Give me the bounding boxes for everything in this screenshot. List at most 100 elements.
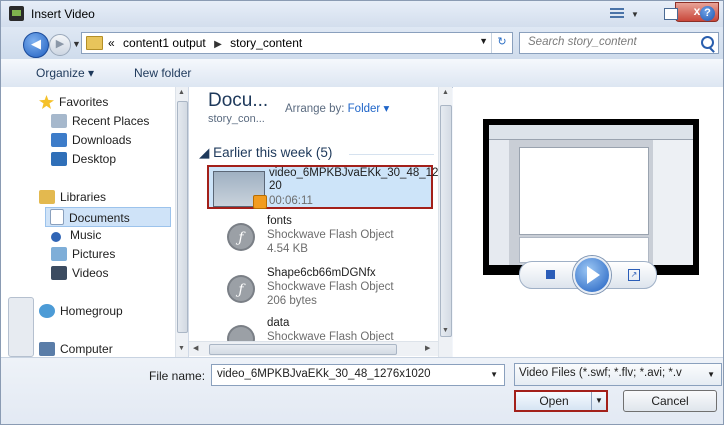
desktop-icon	[51, 152, 67, 166]
address-bar[interactable]: « content1 output ▶ story_content ▼ ↻	[81, 32, 513, 54]
help-icon[interactable]: ?	[700, 6, 715, 21]
change-view-icon[interactable]	[610, 8, 624, 20]
cancel-button[interactable]: Cancel	[623, 390, 717, 412]
nav-label: Libraries	[60, 190, 107, 204]
file-list: Docu... story_con... Arrange by: Folder …	[189, 87, 451, 357]
folder-icon	[86, 36, 103, 50]
nav-item-music[interactable]: Music	[51, 228, 101, 242]
nav-item-desktop[interactable]: Desktop	[51, 152, 116, 166]
breadcrumb-item[interactable]: story_content	[230, 36, 302, 50]
nav-item-downloads[interactable]: Downloads	[51, 133, 131, 147]
file-name: video_6MPKBJvaEKk_30_48_12 20	[269, 167, 439, 192]
forward-button[interactable]: ▶	[49, 34, 71, 56]
scroll-up-icon[interactable]: ▲	[178, 89, 185, 96]
file-list-scrollbar[interactable]: ▲ ▼	[438, 87, 452, 357]
scrollbar-thumb[interactable]	[209, 344, 397, 355]
file-item[interactable]: ƒ Shape6cb66mDGNfx Shockwave Flash Objec…	[207, 267, 433, 311]
search-icon[interactable]	[701, 36, 714, 49]
file-type: Shockwave Flash Object	[267, 229, 394, 241]
open-button[interactable]: Open ▼	[514, 390, 608, 412]
file-name-value: video_6MPKBJvaEKk_30_48_1276x1020	[217, 368, 431, 380]
video-badge-icon	[253, 195, 267, 209]
nav-item-recent-places[interactable]: Recent Places	[51, 114, 149, 128]
nav-label: Videos	[72, 266, 109, 280]
file-name: fonts	[267, 215, 292, 227]
homegroup-icon	[39, 304, 55, 318]
scroll-right-icon[interactable]: ▶	[425, 344, 430, 352]
command-bar: Organize ▾ New folder	[1, 59, 723, 88]
stop-button[interactable]	[546, 270, 555, 279]
group-header[interactable]: ◢ Earlier this week (5)	[199, 145, 332, 161]
recent-pages-dropdown-icon[interactable]: ▼	[72, 39, 81, 49]
nav-label: Favorites	[59, 95, 109, 109]
pane-resize-handle[interactable]	[8, 297, 34, 357]
address-dropdown-icon[interactable]: ▼	[479, 36, 488, 46]
file-type-dropdown-icon[interactable]: ▼	[707, 370, 715, 379]
view-options-dropdown-icon[interactable]: ▼	[631, 10, 639, 19]
search-placeholder: Search story_content	[528, 36, 637, 48]
breadcrumb: « content1 output ▶ story_content	[108, 36, 302, 50]
file-name-field[interactable]: video_6MPKBJvaEKk_30_48_1276x1020 ▼	[211, 364, 505, 386]
scrollbar-thumb[interactable]	[440, 105, 452, 337]
nav-label: Documents	[69, 211, 130, 225]
navigation-scrollbar[interactable]: ▲ ▼	[175, 87, 188, 357]
file-duration: 00:06:11	[269, 195, 313, 207]
horizontal-scrollbar[interactable]: ◀ ▶	[189, 341, 438, 356]
nav-label: Downloads	[72, 133, 132, 147]
insert-video-dialog: Insert Video x ◀ ▶ ▼ « content1 output ▶…	[0, 0, 724, 425]
scrollbar-thumb[interactable]	[177, 101, 188, 333]
video-thumbnail-icon	[213, 171, 267, 209]
computer-icon	[39, 342, 55, 356]
nav-label: Computer	[60, 342, 113, 356]
play-button[interactable]	[573, 256, 611, 294]
video-preview[interactable]	[483, 119, 699, 275]
music-icon	[51, 232, 61, 242]
nav-item-homegroup[interactable]: Homegroup	[39, 304, 123, 318]
scroll-left-icon[interactable]: ◀	[193, 344, 198, 352]
nav-item-libraries[interactable]: Libraries	[39, 190, 106, 204]
app-icon	[9, 6, 24, 21]
scroll-down-icon[interactable]: ▼	[178, 345, 185, 352]
flash-file-icon: ƒ	[227, 223, 255, 251]
playback-controls: ↗	[519, 256, 657, 294]
arrange-by-label: Arrange by:	[285, 103, 345, 115]
nav-label: Desktop	[72, 152, 117, 166]
group-header-label: Earlier this week (5)	[213, 145, 333, 160]
nav-item-documents[interactable]: Documents	[45, 207, 171, 227]
fullscreen-button[interactable]: ↗	[628, 269, 640, 281]
video-frame	[489, 125, 693, 265]
file-item[interactable]: ƒ fonts Shockwave Flash Object 4.54 KB	[207, 215, 433, 259]
nav-item-pictures[interactable]: Pictures	[51, 247, 115, 261]
libraries-icon	[39, 190, 55, 204]
open-options-dropdown-icon[interactable]: ▼	[591, 392, 606, 410]
open-button-label: Open	[539, 394, 569, 408]
refresh-icon[interactable]: ↻	[491, 33, 512, 53]
file-type-value: Video Files (*.swf; *.flv; *.avi; *.v	[519, 367, 682, 379]
arrange-by[interactable]: Arrange by: Folder ▾	[285, 101, 389, 115]
new-folder-button[interactable]: New folder	[134, 66, 191, 80]
preview-pane-icon[interactable]	[664, 8, 678, 20]
scroll-down-icon[interactable]: ▼	[442, 327, 449, 334]
breadcrumb-overflow-icon[interactable]: «	[108, 36, 115, 50]
file-type-select[interactable]: Video Files (*.swf; *.flv; *.avi; *.v ▼	[514, 363, 722, 386]
library-subtitle: story_con...	[208, 113, 265, 125]
organize-button[interactable]: Organize ▾	[36, 66, 94, 80]
pictures-icon	[51, 247, 67, 261]
search-input[interactable]: Search story_content	[519, 32, 719, 54]
file-name-dropdown-icon[interactable]: ▼	[490, 370, 498, 379]
nav-item-favorites[interactable]: Favorites	[39, 95, 108, 109]
breadcrumb-item[interactable]: content1 output	[123, 36, 206, 50]
preview-pane: ↗	[453, 87, 723, 357]
videos-icon	[51, 266, 67, 280]
window-title: Insert Video	[31, 7, 95, 21]
file-item-video[interactable]: video_6MPKBJvaEKk_30_48_12 20 00:06:11	[207, 165, 438, 209]
recent-places-icon	[51, 114, 67, 128]
breadcrumb-separator-icon[interactable]: ▶	[214, 39, 222, 50]
file-size: 4.54 KB	[267, 243, 308, 255]
arrange-by-value[interactable]: Folder ▾	[348, 103, 390, 115]
library-title: Docu...	[208, 90, 269, 111]
back-button[interactable]: ◀	[23, 32, 49, 58]
nav-item-videos[interactable]: Videos	[51, 266, 108, 280]
nav-item-computer[interactable]: Computer	[39, 342, 113, 356]
scroll-up-icon[interactable]: ▲	[442, 89, 449, 96]
